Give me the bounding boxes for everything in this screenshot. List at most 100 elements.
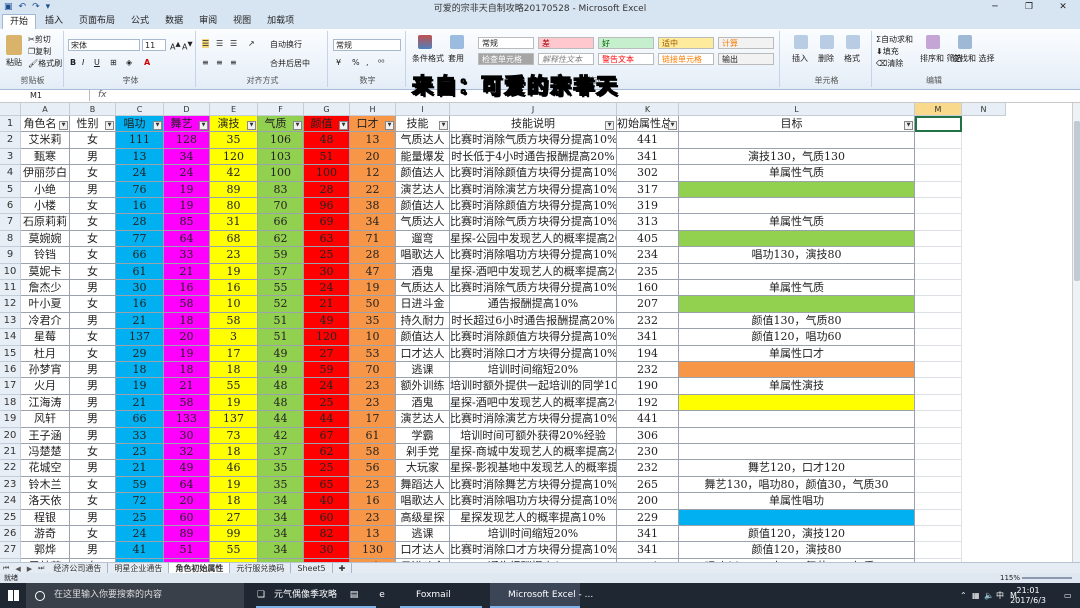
align-bottom-icon[interactable]: ☰ bbox=[230, 39, 237, 48]
table-cell[interactable]: 96 bbox=[304, 198, 350, 215]
empty-cell[interactable] bbox=[915, 394, 962, 412]
table-cell[interactable]: 比赛时消除唱功方块得分提高10% bbox=[450, 247, 617, 264]
percent-button[interactable]: % bbox=[352, 58, 360, 67]
empty-cell[interactable] bbox=[915, 148, 962, 166]
empty-cell[interactable] bbox=[915, 296, 962, 313]
save-icon[interactable]: ▣ bbox=[4, 2, 13, 12]
table-cell[interactable]: 42 bbox=[210, 165, 258, 182]
tab-data[interactable]: 数据 bbox=[158, 14, 190, 29]
style-explanatory[interactable]: 解释性文本 bbox=[538, 53, 594, 65]
table-cell[interactable]: 演艺达人 bbox=[396, 181, 450, 198]
table-cell[interactable]: 星探-酒吧中发现艺人的概率提高20% bbox=[450, 263, 617, 280]
table-cell[interactable]: 詹杰少 bbox=[21, 280, 70, 297]
table-cell[interactable]: 12 bbox=[350, 165, 396, 182]
next-sheet-icon[interactable]: ▶ bbox=[24, 565, 35, 573]
table-cell[interactable]: 230 bbox=[617, 444, 679, 461]
table-cell[interactable]: 男 bbox=[70, 411, 116, 428]
table-cell[interactable]: 颜值120，唱功60 bbox=[679, 329, 915, 346]
table-cell[interactable]: 232 bbox=[617, 362, 679, 379]
decimal-icon[interactable]: ⁰⁰ bbox=[378, 58, 384, 67]
table-cell[interactable]: 18 bbox=[210, 493, 258, 510]
table-cell[interactable]: 100 bbox=[258, 165, 304, 182]
filter-dropdown-icon[interactable]: ▼ bbox=[199, 121, 208, 130]
table-cell[interactable]: 44 bbox=[258, 411, 304, 428]
table-cell[interactable]: 306 bbox=[617, 427, 679, 444]
table-cell[interactable]: 气质达人 bbox=[396, 214, 450, 231]
table-cell[interactable]: 男 bbox=[70, 362, 116, 379]
merge-center-button[interactable]: 合并后居中 bbox=[270, 58, 310, 69]
volume-icon[interactable]: 🔈 bbox=[984, 583, 994, 608]
empty-cell[interactable] bbox=[915, 444, 962, 461]
table-cell[interactable]: 76 bbox=[116, 181, 164, 198]
table-cell[interactable]: 24 bbox=[116, 526, 164, 543]
table-cell[interactable]: 229 bbox=[617, 509, 679, 526]
row-header[interactable]: 24 bbox=[0, 493, 21, 510]
table-cell[interactable]: 106 bbox=[258, 132, 304, 149]
fill-button[interactable]: ⬇填充 bbox=[876, 46, 899, 57]
table-cell[interactable]: 194 bbox=[617, 345, 679, 362]
table-cell[interactable]: 51 bbox=[164, 542, 210, 559]
table-cell[interactable]: 铃木兰 bbox=[21, 476, 70, 494]
table-cell[interactable]: 80 bbox=[210, 198, 258, 215]
table-cell[interactable]: 52 bbox=[258, 296, 304, 313]
header-cell[interactable]: 技能说明 ▼ bbox=[450, 116, 617, 133]
filter-dropdown-icon[interactable]: ▼ bbox=[293, 121, 302, 130]
table-cell[interactable]: 王子涵 bbox=[21, 427, 70, 444]
table-cell[interactable]: 133 bbox=[164, 411, 210, 428]
empty-cell[interactable] bbox=[915, 280, 962, 297]
header-cell[interactable]: 口才 ▼ bbox=[350, 116, 396, 133]
filter-dropdown-icon[interactable]: ▼ bbox=[439, 121, 448, 130]
table-cell[interactable]: 51 bbox=[304, 148, 350, 166]
table-cell[interactable]: 女 bbox=[70, 345, 116, 362]
table-cell[interactable]: 女 bbox=[70, 493, 116, 510]
table-cell[interactable]: 21 bbox=[164, 378, 210, 395]
table-cell[interactable]: 逃课 bbox=[396, 526, 450, 543]
table-cell[interactable]: 21 bbox=[304, 296, 350, 313]
table-cell[interactable]: 313 bbox=[617, 214, 679, 231]
spreadsheet-grid[interactable]: A B C D E F G H I J K L M N 1 角色名 ▼ 性别 ▼ 唱功 ▼ 舞艺 ▼ 演技 ▼ 气质 ▼ 颜值 ▼ 口才 ▼… bbox=[0, 103, 1072, 562]
table-cell[interactable]: 13 bbox=[116, 148, 164, 166]
table-cell[interactable]: 120 bbox=[304, 329, 350, 346]
qat-dropdown-icon[interactable]: ▾ bbox=[46, 2, 51, 12]
table-cell[interactable]: 单属性演技 bbox=[679, 378, 915, 395]
table-cell[interactable]: 19 bbox=[210, 476, 258, 494]
table-cell[interactable]: 66 bbox=[258, 214, 304, 231]
empty-cell[interactable] bbox=[915, 378, 962, 395]
fx-icon[interactable]: fx bbox=[98, 90, 107, 101]
column-header[interactable]: M bbox=[915, 103, 962, 116]
tab-page-layout[interactable]: 页面布局 bbox=[72, 14, 122, 29]
table-cell[interactable]: 100 bbox=[304, 165, 350, 182]
table-cell[interactable]: 341 bbox=[617, 542, 679, 559]
underline-button[interactable]: U bbox=[94, 58, 100, 67]
table-cell[interactable]: 大玩家 bbox=[396, 460, 450, 477]
cut-button[interactable]: ✂剪切 bbox=[28, 34, 51, 45]
empty-cell[interactable] bbox=[915, 411, 962, 428]
table-cell[interactable]: 232 bbox=[617, 460, 679, 477]
column-header[interactable]: D bbox=[164, 103, 210, 116]
row-header[interactable]: 14 bbox=[0, 329, 21, 346]
tray-chevron-icon[interactable]: ⌃ bbox=[960, 583, 967, 608]
table-cell[interactable]: 遛弯 bbox=[396, 230, 450, 248]
table-cell[interactable]: 时长超过6小时通告报酬提高20% bbox=[450, 312, 617, 330]
row-header[interactable]: 11 bbox=[0, 280, 21, 297]
table-cell[interactable]: 酒鬼 bbox=[396, 394, 450, 412]
table-cell[interactable]: 64 bbox=[164, 230, 210, 248]
table-cell[interactable]: 高级星探 bbox=[396, 509, 450, 526]
table-cell[interactable]: 25 bbox=[116, 509, 164, 526]
table-cell[interactable]: 49 bbox=[304, 312, 350, 330]
table-cell[interactable]: 比赛时消除气质方块得分提高10% bbox=[450, 214, 617, 231]
table-cell[interactable]: 颜值120，演技80 bbox=[679, 542, 915, 559]
table-cell[interactable]: 男 bbox=[70, 280, 116, 297]
table-cell[interactable]: 小绝 bbox=[21, 181, 70, 198]
table-cell[interactable]: 190 bbox=[617, 378, 679, 395]
table-cell[interactable]: 25 bbox=[304, 394, 350, 412]
table-cell[interactable]: 程银 bbox=[21, 509, 70, 526]
table-cell[interactable]: 男 bbox=[70, 312, 116, 330]
table-cell[interactable]: 单属性气质 bbox=[679, 280, 915, 297]
table-cell[interactable]: 83 bbox=[258, 181, 304, 198]
table-cell[interactable]: 28 bbox=[116, 214, 164, 231]
table-cell[interactable]: 46 bbox=[210, 460, 258, 477]
table-cell[interactable]: 235 bbox=[617, 263, 679, 280]
row-header[interactable]: 19 bbox=[0, 411, 21, 428]
header-cell[interactable]: 唱功 ▼ bbox=[116, 116, 164, 133]
